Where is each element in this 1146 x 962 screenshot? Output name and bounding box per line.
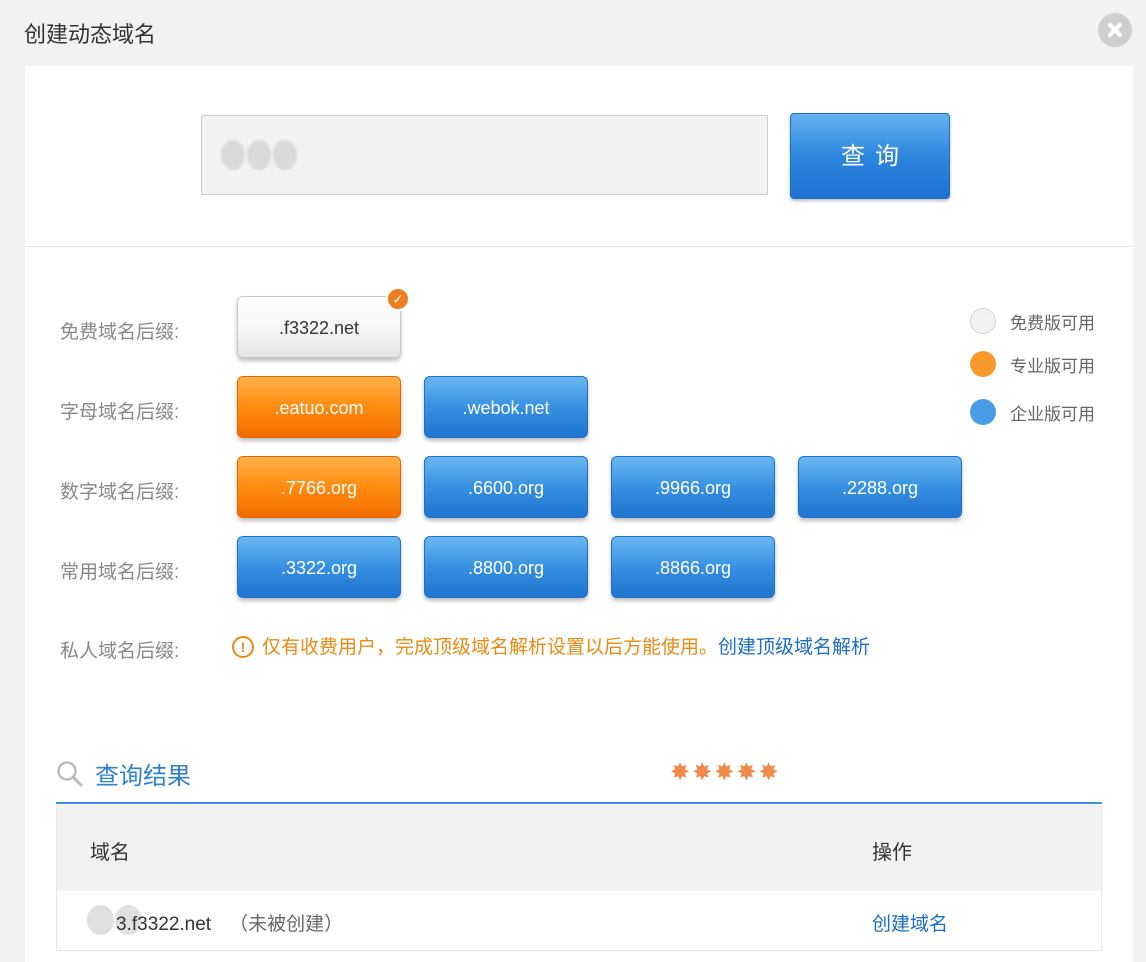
suffix-button-7766-org[interactable]: .7766.org (237, 456, 401, 518)
legend-label: 企业版可用 (1010, 405, 1095, 424)
search-section: 查询 (25, 66, 1133, 247)
suffix-button-6600-org[interactable]: .6600.org (424, 456, 588, 518)
suffix-button-8866-org[interactable]: .8866.org (611, 536, 775, 598)
stars-rating-icon: ✸✸✸✸✸ (670, 759, 781, 786)
column-header-domain: 域名 (90, 842, 130, 864)
legend-dot-enterprise (970, 399, 996, 425)
create-toplevel-resolution-link[interactable]: 创建顶级域名解析 (718, 637, 870, 658)
results-title: 查询结果 (95, 763, 191, 790)
domain-cell: 3.f3322.net （未被创建） (90, 909, 343, 936)
suffix-button-3322-org[interactable]: .3322.org (237, 536, 401, 598)
table-header: 域名 操作 (56, 805, 1102, 891)
domain-name: 3.f3322.net (116, 914, 212, 935)
private-suffix-label: 私人域名后缀: (60, 641, 180, 662)
domain-status: （未被创建） (229, 914, 344, 935)
close-icon[interactable] (1098, 13, 1132, 47)
redacted-text (221, 140, 297, 170)
legend-dot-pro (970, 351, 996, 377)
suffix-button-webok-net[interactable]: .webok.net (424, 376, 588, 438)
create-domain-link[interactable]: 创建域名 (872, 909, 948, 936)
dialog-title: 创建动态域名 (24, 22, 157, 47)
query-button[interactable]: 查询 (790, 113, 950, 199)
legend-item-pro: 专业版可用 (970, 349, 1110, 377)
results-header: 查询结果 ✸✸✸✸✸ (56, 754, 1102, 804)
legend-label: 免费版可用 (1010, 314, 1095, 333)
legend-dot-free (970, 308, 996, 334)
dialog-titlebar: 创建动态域名 (0, 0, 1146, 66)
checkmark-badge-icon: ✓ (386, 287, 410, 311)
suffix-button-eatuo-com[interactable]: .eatuo.com (237, 376, 401, 438)
free-suffix-label: 免费域名后缀: (60, 322, 180, 343)
suffix-button-f3322-net[interactable]: .f3322.net ✓ (237, 287, 410, 358)
number-suffix-label: 数字域名后缀: (60, 482, 180, 503)
column-header-action: 操作 (872, 842, 912, 864)
suffix-label: .f3322.net (278, 318, 360, 338)
table-row: 3.f3322.net （未被创建） 创建域名 (56, 891, 1102, 951)
search-icon (57, 761, 83, 787)
legend-item-free: 免费版可用 (970, 306, 1110, 334)
info-icon: ! (232, 636, 254, 658)
suffix-button-9966-org[interactable]: .9966.org (611, 456, 775, 518)
legend-item-enterprise: 企业版可用 (970, 397, 1110, 425)
suffix-button-8800-org[interactable]: .8800.org (424, 536, 588, 598)
private-suffix-notice: ! 仅有收费用户，完成顶级域名解析设置以后方能使用。创建顶级域名解析 (232, 632, 870, 659)
common-suffix-label: 常用域名后缀: (60, 562, 180, 583)
suffix-button-2288-org[interactable]: .2288.org (798, 456, 962, 518)
letter-suffix-label: 字母域名后缀: (60, 402, 180, 423)
dialog-panel: 查询 免费域名后缀: .f3322.net ✓ 字母域名后缀: .eatuo.c… (25, 66, 1133, 962)
notice-text: 仅有收费用户，完成顶级域名解析设置以后方能使用。 (262, 637, 719, 658)
legend-label: 专业版可用 (1010, 357, 1095, 376)
